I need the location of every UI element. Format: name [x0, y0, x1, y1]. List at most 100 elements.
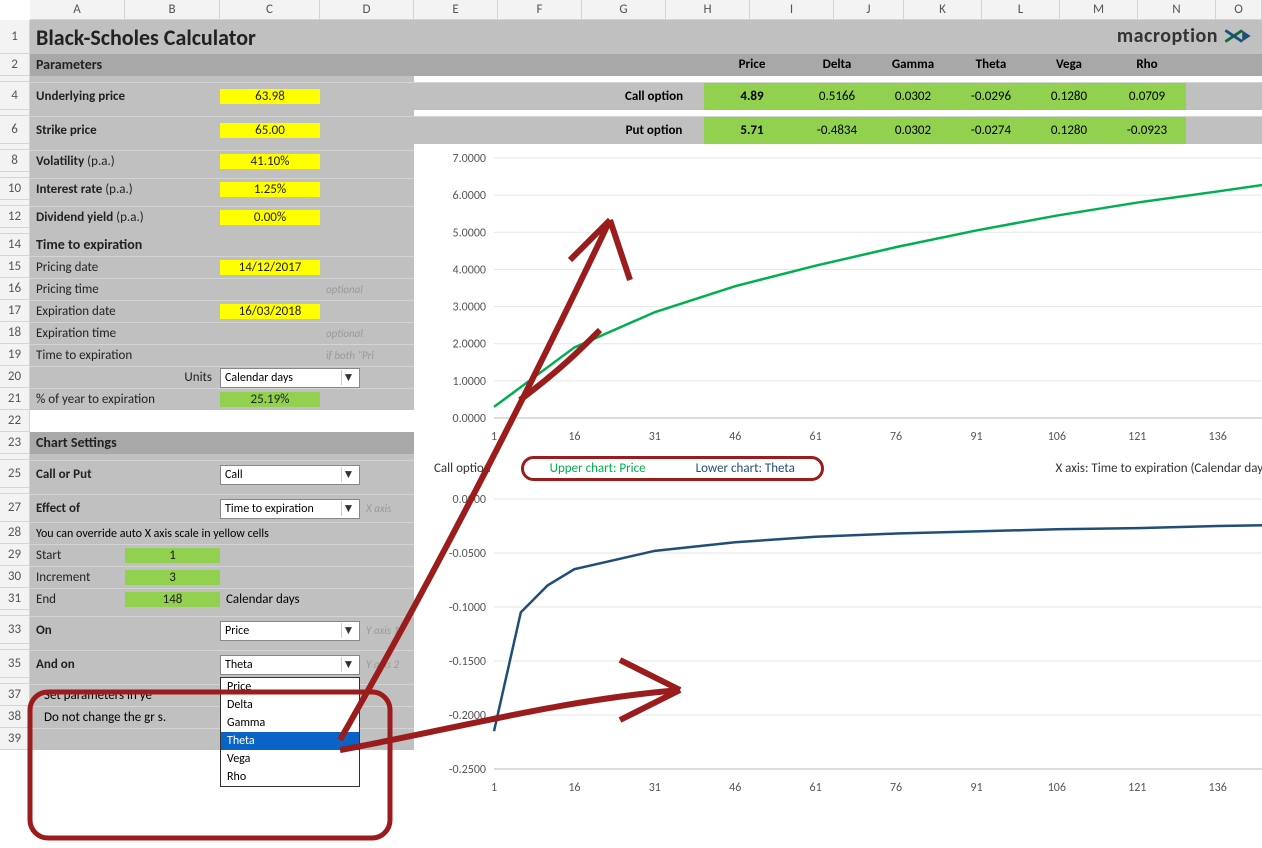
row-header-4[interactable]: 4 [0, 82, 30, 110]
interest-label-suffix: (p.a.) [102, 182, 132, 197]
row-header-39[interactable]: 39 [0, 728, 30, 750]
col-header-C[interactable]: C [220, 0, 320, 20]
col-header-B[interactable]: B [125, 0, 220, 20]
result-cell [414, 117, 604, 144]
result-cell: 0.1280 [1030, 83, 1108, 110]
col-header-J[interactable]: J [834, 0, 904, 20]
caption-bubble: Upper chart: Price Lower chart: Theta [521, 456, 824, 481]
col-header-N[interactable]: N [1138, 0, 1216, 20]
volatility-input[interactable]: 41.10% [220, 154, 320, 169]
strike-price-input[interactable]: 65.00 [220, 123, 320, 138]
col-header-K[interactable]: K [904, 0, 982, 20]
svg-text:31: 31 [649, 430, 661, 444]
result-cell [414, 83, 604, 110]
svg-text:0.0000: 0.0000 [453, 412, 486, 426]
dropdown-option-vega[interactable]: Vega [221, 750, 359, 768]
row-header-12[interactable]: 12 [0, 206, 30, 228]
row-header-6[interactable]: 6 [0, 116, 30, 144]
row-header-33[interactable]: 33 [0, 616, 30, 644]
row-header-30[interactable]: 30 [0, 566, 30, 588]
exp-time-hint: optional [320, 327, 414, 340]
end-auto: 148 [125, 592, 220, 607]
dropdown-option-rho[interactable]: Rho [221, 768, 359, 786]
override-note-text: You can override auto X axis scale in ye… [30, 527, 269, 541]
row-header-28[interactable]: 28 [0, 522, 30, 544]
row-header-35[interactable]: 35 [0, 650, 30, 678]
note-2-text: Do not change the gr s. [30, 710, 166, 725]
col-header-M[interactable]: M [1060, 0, 1138, 20]
svg-text:91: 91 [970, 430, 982, 444]
svg-text:106: 106 [1048, 781, 1066, 795]
chart-settings-header: Chart Settings [30, 432, 414, 454]
result-col-Theta: Theta [952, 54, 1030, 76]
col-header-A[interactable]: A [30, 0, 125, 20]
col-header-I[interactable]: I [750, 0, 834, 20]
andon-dropdown-list[interactable]: PriceDeltaGammaThetaVegaRho [220, 677, 360, 787]
row-header-23[interactable]: 23 [0, 432, 30, 454]
row-header-25[interactable]: 25 [0, 460, 30, 488]
row-header-20[interactable]: 20 [0, 366, 30, 388]
row-header-37[interactable]: 37 [0, 684, 30, 706]
row-header-18[interactable]: 18 [0, 322, 30, 344]
row-header-22[interactable]: 22 [0, 410, 30, 432]
svg-text:5.0000: 5.0000 [453, 226, 486, 240]
andon-dropdown[interactable]: Theta ▼ [220, 655, 360, 675]
dividend-input[interactable]: 0.00% [220, 210, 320, 225]
col-header-O[interactable]: O [1216, 0, 1262, 20]
row-header-16[interactable]: 16 [0, 278, 30, 300]
underlying-price-input[interactable]: 63.98 [220, 89, 320, 104]
row-header-38[interactable]: 38 [0, 706, 30, 728]
result-cell: -0.0923 [1108, 117, 1186, 144]
row-header-19[interactable]: 19 [0, 344, 30, 366]
effect-dropdown[interactable]: Time to expiration ▼ [220, 499, 360, 519]
col-header-E[interactable]: E [414, 0, 498, 20]
svg-text:16: 16 [568, 430, 580, 444]
lower-chart: 0.0000-0.0500-0.1000-0.1500-0.2000-0.250… [414, 489, 1262, 799]
row-header-2[interactable]: 2 [0, 54, 30, 76]
dropdown-option-delta[interactable]: Delta [221, 696, 359, 714]
row-header-21[interactable]: 21 [0, 388, 30, 410]
dropdown-option-price[interactable]: Price [221, 678, 359, 696]
svg-text:-0.2000: -0.2000 [449, 709, 486, 723]
end-label: End [30, 592, 125, 607]
brand-icon [1224, 26, 1252, 46]
pricing-date-input[interactable]: 14/12/2017 [220, 260, 320, 275]
svg-text:91: 91 [970, 781, 982, 795]
col-header-L[interactable]: L [982, 0, 1060, 20]
col-header-D[interactable]: D [320, 0, 414, 20]
chevron-down-icon: ▼ [341, 370, 355, 385]
units-dropdown[interactable]: Calendar days ▼ [220, 368, 360, 388]
dropdown-option-theta[interactable]: Theta [221, 732, 359, 750]
exp-date-input[interactable]: 16/03/2018 [220, 304, 320, 319]
left-panel: Parameters Underlying price 63.98 Strike… [30, 54, 414, 750]
call-put-dropdown[interactable]: Call ▼ [220, 465, 360, 485]
row-header-31[interactable]: 31 [0, 588, 30, 610]
row-units: Units Calendar days ▼ [30, 366, 414, 388]
row-header-29[interactable]: 29 [0, 544, 30, 566]
svg-text:-0.1500: -0.1500 [449, 655, 486, 669]
row-header-27[interactable]: 27 [0, 494, 30, 522]
row-header-15[interactable]: 15 [0, 256, 30, 278]
call-put-label: Call or Put [36, 467, 92, 482]
col-header-H[interactable]: H [666, 0, 750, 20]
svg-text:2.0000: 2.0000 [453, 338, 486, 352]
row-header-10[interactable]: 10 [0, 178, 30, 200]
start-label: Start [30, 548, 125, 563]
interest-input[interactable]: 1.25% [220, 182, 320, 197]
row-header-14[interactable]: 14 [0, 234, 30, 256]
svg-text:4.0000: 4.0000 [453, 263, 486, 277]
dropdown-option-gamma[interactable]: Gamma [221, 714, 359, 732]
caption-lower: Lower chart: Theta [696, 461, 795, 476]
col-header-F[interactable]: F [498, 0, 582, 20]
interest-label: Interest rate [36, 182, 102, 197]
row-header-17[interactable]: 17 [0, 300, 30, 322]
exp-date-label: Expiration date [30, 304, 220, 319]
row-header-8[interactable]: 8 [0, 150, 30, 172]
svg-text:1: 1 [491, 781, 497, 795]
row-header-1[interactable]: 1 [0, 20, 30, 54]
svg-text:136: 136 [1209, 781, 1227, 795]
col-header-G[interactable]: G [582, 0, 666, 20]
on-dropdown[interactable]: Price ▼ [220, 621, 360, 641]
svg-text:3.0000: 3.0000 [453, 301, 486, 315]
result-col-Delta: Delta [800, 54, 874, 76]
